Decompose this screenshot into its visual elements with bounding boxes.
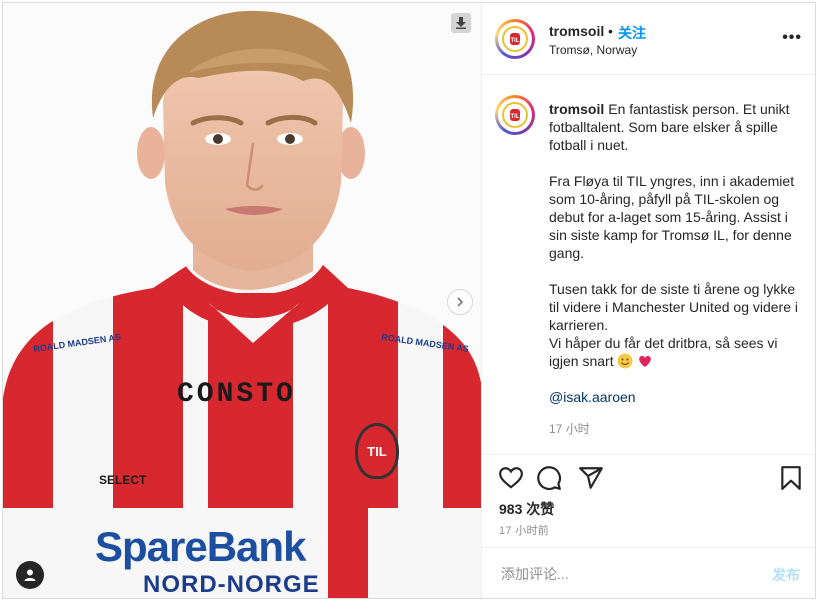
caption-username[interactable]: tromsoil [549,101,604,117]
separator-dot: • [608,23,613,39]
comment-icon[interactable] [536,465,562,491]
red-heart-emoji-icon [639,355,652,367]
club-logo-icon: TIL [502,26,528,52]
action-bar [482,455,815,499]
smile-emoji-icon [617,353,633,369]
bank-sponsor: SpareBank [95,523,306,570]
post-dialog: ROALD MADSEN AS ROALD MADSEN AS CONSTO S… [2,2,816,599]
club-crest: TIL [355,423,399,479]
heart-icon[interactable] [498,465,524,491]
caption-paragraph-2: Fra Fløya til TIL yngres, inn i akademie… [549,173,795,261]
like-count[interactable]: 983 次赞 [499,499,554,519]
caption: tromsoil En fantastisk person. Et unikt f… [549,100,799,406]
more-icon[interactable]: ••• [782,29,802,47]
user-tag-icon[interactable] [16,561,44,589]
follow-button[interactable]: 关注 [618,23,646,43]
post-media[interactable]: ROALD MADSEN AS ROALD MADSEN AS CONSTO S… [3,3,482,598]
caption-paragraph-3a: Tusen takk for de siste ti årene og lykk… [549,281,799,333]
bookmark-icon[interactable] [778,465,804,491]
location-link[interactable]: Tromsø, Norway [549,43,637,57]
post-header: TIL tromsoil • 关注 Tromsø, Norway ••• [482,3,815,75]
header-username[interactable]: tromsoil [549,23,604,39]
club-logo-icon: TIL [502,102,528,128]
chevron-right-icon[interactable] [447,289,473,315]
jersey-sponsor: CONSTO [177,379,296,410]
add-comment-bar: 发布 [482,547,815,598]
crest-text: TIL [367,443,387,459]
kit-brand: SELECT [99,473,147,487]
mention-link[interactable]: @isak.aaroen [549,388,799,406]
comment-input[interactable] [499,563,753,585]
post-details: TIL tromsoil • 关注 Tromsø, Norway ••• TIL [482,3,815,598]
caption-time: 17 小时 [549,422,590,436]
comments-area: TIL tromsoil En fantastisk person. Et uni… [482,75,815,455]
share-icon[interactable] [578,465,604,491]
avatar[interactable]: TIL [495,19,535,59]
svg-text:TIL: TIL [511,38,520,44]
caption-paragraph-3b: Vi håper du får det dritbra, så sees vi … [549,335,778,369]
post-time[interactable]: 17 小时前 [499,522,549,538]
caption-avatar[interactable]: TIL [495,95,535,135]
post-comment-button[interactable]: 发布 [772,565,800,585]
svg-text:TIL: TIL [511,114,520,120]
download-icon[interactable] [451,13,471,33]
bank-sponsor-region: NORD-NORGE [143,571,320,598]
player-photo [3,3,481,598]
